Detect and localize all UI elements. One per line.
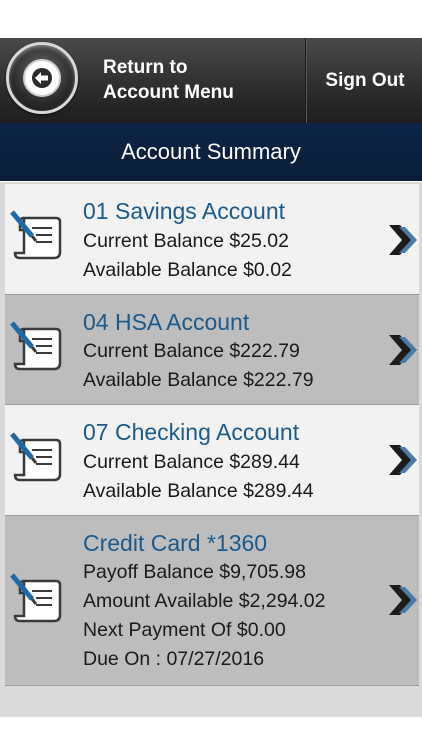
- available-balance: Available Balance $222.79: [83, 369, 314, 391]
- document-pencil-icon: [10, 210, 62, 260]
- back-arrow-icon: [23, 59, 61, 97]
- account-row-credit-card[interactable]: Credit Card *1360 Payoff Balance $9,705.…: [5, 516, 419, 686]
- bottom-area: [0, 717, 422, 750]
- available-balance: Available Balance $289.44: [83, 480, 314, 502]
- account-name: 01 Savings Account: [83, 198, 286, 224]
- account-name: 04 HSA Account: [83, 309, 250, 335]
- amount-available: Amount Available $2,294.02: [83, 590, 326, 612]
- current-balance: Current Balance $25.02: [83, 230, 289, 252]
- page-title: Account Summary: [0, 123, 422, 181]
- document-pencil-icon: [10, 432, 62, 482]
- account-name: 07 Checking Account: [83, 419, 300, 445]
- return-label-line1: Return to: [103, 57, 188, 78]
- header-divider: [305, 38, 307, 123]
- double-chevron-right-icon: [389, 335, 417, 365]
- document-pencil-icon: [10, 321, 62, 371]
- payoff-balance: Payoff Balance $9,705.98: [83, 561, 306, 583]
- current-balance: Current Balance $289.44: [83, 451, 300, 473]
- status-bar-area: [0, 0, 422, 38]
- double-chevron-right-icon: [389, 585, 417, 615]
- double-chevron-right-icon: [389, 445, 417, 475]
- current-balance: Current Balance $222.79: [83, 340, 300, 362]
- available-balance: Available Balance $0.02: [83, 259, 292, 281]
- account-row-checking[interactable]: 07 Checking Account Current Balance $289…: [5, 405, 419, 516]
- sign-out-button[interactable]: Sign Out: [308, 38, 422, 123]
- return-label-line2: Account Menu: [103, 82, 234, 103]
- next-payment: Next Payment Of $0.00: [83, 619, 286, 641]
- document-pencil-icon: [10, 573, 62, 623]
- app-header: Return to Account Menu Sign Out: [0, 38, 422, 124]
- return-to-account-menu-link[interactable]: Return to Account Menu: [103, 55, 293, 105]
- account-row-hsa[interactable]: 04 HSA Account Current Balance $222.79 A…: [5, 295, 419, 405]
- double-chevron-right-icon: [389, 225, 417, 255]
- account-list: 01 Savings Account Current Balance $25.0…: [0, 182, 422, 717]
- account-row-savings[interactable]: 01 Savings Account Current Balance $25.0…: [5, 184, 419, 295]
- return-button[interactable]: [6, 42, 78, 114]
- account-name: Credit Card *1360: [83, 530, 268, 556]
- due-date: Due On : 07/27/2016: [83, 648, 265, 670]
